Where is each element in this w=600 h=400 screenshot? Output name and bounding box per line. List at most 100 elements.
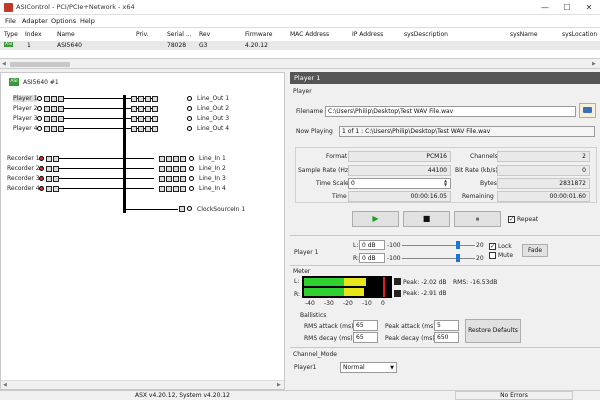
control-chip-icon[interactable]: [138, 126, 144, 132]
control-chip-icon[interactable]: [159, 156, 165, 162]
volume-left-slider-thumb[interactable]: [456, 241, 460, 249]
scroll-thumb[interactable]: [10, 62, 70, 67]
rms-attack-input[interactable]: 65: [353, 320, 378, 331]
col-firmware[interactable]: Firmware: [245, 31, 273, 38]
control-chip-icon[interactable]: [44, 96, 50, 102]
control-chip-icon[interactable]: [44, 126, 50, 132]
control-chip-icon[interactable]: [173, 166, 179, 172]
time-scale-spinner-icon[interactable]: ▲ ▼: [444, 179, 447, 187]
tree-scroll-right-icon[interactable]: ▶: [277, 382, 281, 388]
control-chip-icon[interactable]: [180, 176, 186, 182]
recorder-label[interactable]: Recorder 3: [7, 175, 40, 182]
volume-right-input[interactable]: 0 dB: [359, 253, 385, 263]
control-chip-icon[interactable]: [159, 166, 165, 172]
filename-field[interactable]: C:\Users\Philip\Desktop\Test WAV File.wa…: [325, 106, 576, 117]
adapter-label[interactable]: ASI5640 #1: [23, 79, 59, 86]
line-out-label[interactable]: Line_Out 4: [197, 125, 229, 132]
play-node-icon[interactable]: [37, 126, 42, 131]
line-out-node-icon[interactable]: [187, 106, 192, 111]
col-syslocation[interactable]: sysLocation: [562, 31, 597, 38]
line-in-node-icon[interactable]: [189, 156, 194, 161]
control-chip-icon[interactable]: [180, 186, 186, 192]
line-in-label[interactable]: Line_In 2: [199, 165, 226, 172]
control-chip-icon[interactable]: [51, 106, 57, 112]
menu-file[interactable]: File: [5, 17, 16, 25]
play-node-icon[interactable]: [37, 106, 42, 111]
col-serial[interactable]: Serial ...: [167, 31, 192, 38]
control-chip-icon[interactable]: [53, 186, 59, 192]
record-node-icon[interactable]: [39, 186, 44, 191]
volume-left-slider-track[interactable]: [402, 245, 475, 246]
col-sysdescription[interactable]: sysDescription: [404, 31, 448, 38]
control-chip-icon[interactable]: [152, 106, 158, 112]
table-horizontal-scrollbar[interactable]: ◀ ▶: [0, 60, 600, 69]
line-out-label[interactable]: Line_Out 3: [197, 115, 229, 122]
control-chip-icon[interactable]: [58, 96, 64, 102]
control-chip-icon[interactable]: [145, 126, 151, 132]
control-chip-icon[interactable]: [53, 156, 59, 162]
peak-decay-input[interactable]: 650: [434, 332, 459, 343]
col-priv[interactable]: Priv.: [136, 31, 149, 38]
line-out-label[interactable]: Line_Out 2: [197, 105, 229, 112]
line-in-label[interactable]: Line_In 4: [199, 185, 226, 192]
maximize-button[interactable]: ☐: [556, 0, 578, 15]
control-chip-icon[interactable]: [58, 116, 64, 122]
pause-button[interactable]: ⏸: [454, 211, 501, 227]
line-in-node-icon[interactable]: [189, 186, 194, 191]
player-label[interactable]: Player 3: [13, 115, 37, 122]
control-chip-icon[interactable]: [138, 96, 144, 102]
control-chip-icon[interactable]: [173, 156, 179, 162]
volume-left-input[interactable]: 0 dB: [359, 240, 385, 250]
player-label[interactable]: Player 4: [13, 125, 37, 132]
line-out-node-icon[interactable]: [187, 96, 192, 101]
control-chip-icon[interactable]: [131, 96, 137, 102]
control-chip-icon[interactable]: [51, 126, 57, 132]
menu-help[interactable]: Help: [80, 17, 95, 25]
rms-decay-input[interactable]: 65: [353, 332, 378, 343]
play-button[interactable]: ▶: [352, 211, 399, 227]
control-chip-icon[interactable]: [53, 176, 59, 182]
control-chip-icon[interactable]: [51, 116, 57, 122]
repeat-checkbox[interactable]: ✓: [508, 216, 515, 223]
mute-checkbox[interactable]: [489, 252, 496, 259]
browse-folder-button[interactable]: [579, 103, 596, 118]
col-ip[interactable]: IP Address: [352, 31, 383, 38]
channel-mode-select[interactable]: Normal ▼: [340, 362, 397, 373]
line-in-label[interactable]: Line_In 3: [199, 175, 226, 182]
line-in-node-icon[interactable]: [189, 166, 194, 171]
control-chip-icon[interactable]: [145, 96, 151, 102]
control-chip-icon[interactable]: [159, 176, 165, 182]
menu-options[interactable]: Options: [51, 17, 76, 25]
recorder-label[interactable]: Recorder 1: [7, 155, 40, 162]
control-chip-icon[interactable]: [58, 106, 64, 112]
col-name[interactable]: Name: [57, 31, 75, 38]
control-chip-icon[interactable]: [131, 116, 137, 122]
control-chip-icon[interactable]: [131, 126, 137, 132]
restore-defaults-button[interactable]: Restore Defaults: [465, 319, 521, 343]
control-chip-icon[interactable]: [152, 96, 158, 102]
record-node-icon[interactable]: [39, 176, 44, 181]
play-node-icon[interactable]: [37, 96, 42, 101]
col-type[interactable]: Type: [4, 31, 18, 38]
control-chip-icon[interactable]: [138, 106, 144, 112]
control-chip-icon[interactable]: [173, 186, 179, 192]
control-chip-icon[interactable]: [131, 106, 137, 112]
control-chip-icon[interactable]: [44, 116, 50, 122]
control-chip-icon[interactable]: [138, 116, 144, 122]
control-chip-icon[interactable]: [166, 186, 172, 192]
scroll-left-icon[interactable]: ◀: [2, 61, 6, 67]
stop-button[interactable]: ■: [403, 211, 450, 227]
close-button[interactable]: ✕: [578, 0, 600, 15]
line-out-node-icon[interactable]: [187, 126, 192, 131]
control-chip-icon[interactable]: [166, 156, 172, 162]
control-chip-icon[interactable]: [58, 126, 64, 132]
line-in-node-icon[interactable]: [189, 176, 194, 181]
line-out-node-icon[interactable]: [187, 116, 192, 121]
tree-scroll-left-icon[interactable]: ◀: [3, 382, 7, 388]
record-node-icon[interactable]: [39, 166, 44, 171]
control-chip-icon[interactable]: [53, 166, 59, 172]
clock-node-icon[interactable]: [187, 206, 192, 211]
record-node-icon[interactable]: [39, 156, 44, 161]
col-mac[interactable]: MAC Address: [290, 31, 329, 38]
lock-checkbox[interactable]: ✓: [489, 243, 496, 250]
